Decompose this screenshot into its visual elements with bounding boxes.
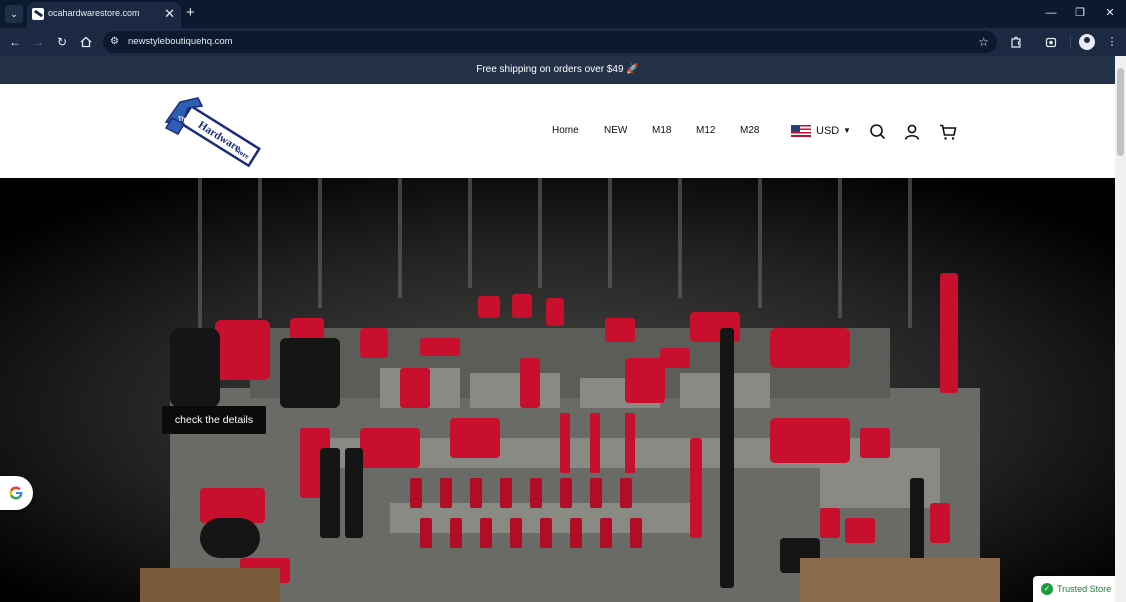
bookmark-star-icon[interactable]: ☆: [978, 34, 989, 50]
us-flag-icon: [791, 125, 811, 137]
announcement-bar: Free shipping on orders over $49 🚀: [0, 56, 1115, 84]
new-tab-button[interactable]: +: [186, 4, 195, 22]
check-details-button[interactable]: check the details: [162, 406, 266, 434]
search-icon[interactable]: [868, 122, 888, 142]
nav-new[interactable]: NEW: [604, 125, 627, 136]
logo-the-text: The: [178, 117, 189, 123]
profile-icon[interactable]: [1079, 34, 1095, 50]
scrollbar-thumb[interactable]: [1117, 68, 1124, 156]
google-reviews-badge[interactable]: [0, 476, 33, 510]
nav-m28[interactable]: M28: [740, 125, 759, 136]
window-close-icon[interactable]: ✕: [1098, 4, 1122, 22]
nav-m18[interactable]: M18: [652, 125, 671, 136]
home-icon[interactable]: [77, 33, 95, 51]
currency-code: USD: [816, 125, 840, 137]
trusted-store-label: Trusted Store: [1057, 584, 1112, 594]
url-text[interactable]: newstyleboutiquehq.com: [128, 36, 233, 47]
shield-check-icon: ✓: [1041, 583, 1053, 595]
browser-toolbar: ← → ↻ ⚙ newstyleboutiquehq.com ☆ ⋮: [0, 28, 1126, 56]
kebab-menu-icon[interactable]: ⋮: [1103, 33, 1121, 51]
forward-arrow-icon[interactable]: →: [29, 33, 47, 51]
restore-icon[interactable]: ❐: [1068, 4, 1092, 22]
google-logo-icon: [9, 486, 23, 500]
site-info-icon[interactable]: ⚙: [110, 35, 119, 49]
tab-title: ocahardwarestore.com: [48, 8, 140, 18]
screenshot-icon[interactable]: [1042, 33, 1060, 51]
browser-tab[interactable]: ocahardwarestore.com ✕: [27, 2, 181, 28]
browser-window: ⌄ ocahardwarestore.com ✕ + — ❐ ✕ ← → ↻ ⚙…: [0, 0, 1126, 602]
site-header: Hardware store The Home NEW M18 M12 M28 …: [0, 84, 1115, 178]
nav-m12[interactable]: M12: [696, 125, 715, 136]
reload-icon[interactable]: ↻: [53, 33, 71, 51]
favicon-icon: [32, 8, 44, 20]
extensions-puzzle-icon[interactable]: [1007, 33, 1025, 51]
store-logo[interactable]: Hardware store The: [158, 94, 268, 169]
tab-close-icon[interactable]: ✕: [164, 5, 175, 23]
hero-tools-image: [0, 178, 1115, 602]
tab-search-icon[interactable]: ⌄: [5, 5, 23, 23]
account-icon[interactable]: [902, 122, 922, 142]
page-viewport: Free shipping on orders over $49 🚀 Hardw…: [0, 56, 1126, 602]
chevron-down-icon: ▼: [843, 126, 851, 135]
cart-icon[interactable]: [938, 122, 958, 142]
back-arrow-icon[interactable]: ←: [6, 33, 24, 51]
tab-strip: ⌄ ocahardwarestore.com ✕ + — ❐ ✕: [0, 0, 1126, 28]
nav-home[interactable]: Home: [552, 125, 579, 136]
trusted-store-badge[interactable]: ✓ Trusted Store: [1033, 576, 1115, 602]
minimize-icon[interactable]: —: [1039, 4, 1063, 22]
page-scrollbar[interactable]: [1115, 56, 1126, 602]
hero-banner: check the details: [0, 178, 1115, 602]
toolbar-divider: [1070, 36, 1071, 48]
address-bar[interactable]: ⚙ newstyleboutiquehq.com ☆: [103, 31, 997, 53]
